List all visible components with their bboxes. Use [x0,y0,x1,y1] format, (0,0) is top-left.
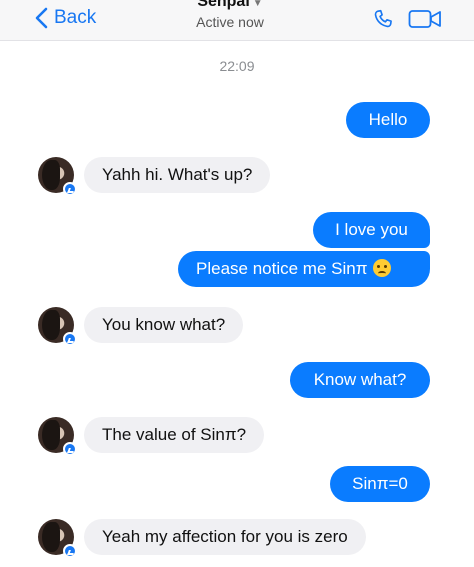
message-text: Please notice me Sinπ [196,259,368,278]
messenger-badge-icon [63,544,77,558]
chat-header: Back Senpai ▼ Active now [0,0,474,41]
presence-status: Active now [196,14,264,30]
chevron-left-icon [35,7,48,29]
phone-icon[interactable] [372,8,394,30]
incoming-message[interactable]: The value of Sinπ? [84,417,265,453]
avatar[interactable] [38,157,77,196]
message-timestamp: 22:09 [219,58,255,74]
outgoing-message[interactable]: Sinπ=0 [330,466,430,502]
contact-title[interactable]: Senpai ▼ Active now [150,0,310,30]
avatar[interactable] [38,307,77,346]
back-button[interactable]: Back [34,6,96,30]
avatar[interactable] [38,519,77,558]
outgoing-message[interactable]: I love you [313,212,430,248]
avatar[interactable] [38,417,77,456]
back-label: Back [54,7,97,28]
contact-name: Senpai [197,0,250,10]
avatar-photo [42,420,60,450]
messenger-badge-icon [63,442,77,456]
incoming-message[interactable]: Yeah my affection for you is zero [84,519,366,555]
messenger-badge-icon [63,332,77,346]
messenger-badge-icon [63,182,77,196]
avatar-photo [42,160,60,190]
avatar-photo [42,310,60,340]
outgoing-message[interactable]: Please notice me Sinπ [178,251,430,287]
outgoing-message[interactable]: Know what? [290,362,430,398]
avatar-photo [42,522,60,552]
outgoing-message[interactable]: Hello [346,102,430,138]
incoming-message[interactable]: You know what? [84,307,244,343]
video-camera-icon[interactable] [408,9,442,29]
contact-name-row: Senpai ▼ [150,0,310,12]
sad-face-emoji-icon [373,259,392,277]
chevron-down-icon: ▼ [252,0,263,9]
incoming-message[interactable]: Yahh hi. What's up? [84,157,271,193]
